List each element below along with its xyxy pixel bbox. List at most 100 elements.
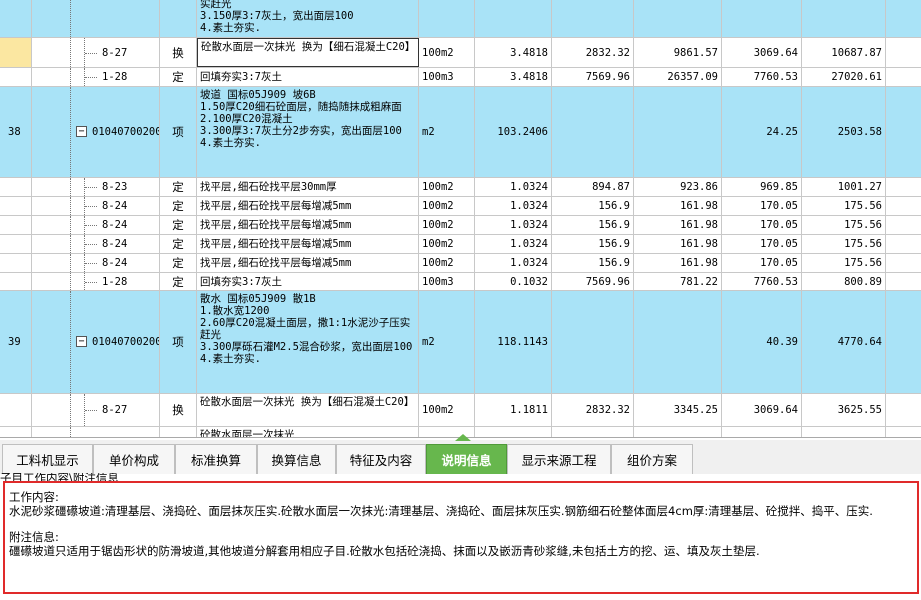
unit-price: 7569.96	[552, 68, 634, 86]
row-number: 39	[0, 291, 32, 393]
unit: 100m2	[419, 235, 475, 253]
quantity: 103.2406	[475, 87, 552, 177]
item-description: 坡道 国标05J909 坡6B 1.50厚C20细石砼面层，随捣随抹成粗麻面 2…	[197, 87, 419, 177]
quantity: 3.4818	[475, 68, 552, 86]
unit: 100m2	[419, 254, 475, 272]
item-type: 定	[160, 254, 197, 272]
item-description: 砼散水面层一次抹光 换为【细石混凝土C20】	[197, 394, 419, 426]
unit-price	[552, 87, 634, 177]
item-type: 换	[160, 394, 197, 426]
tab-standard-conversion[interactable]: 标准换算	[175, 444, 257, 474]
detail-tabbar: 工料机显示 单价构成 标准换算 换算信息 特征及内容 说明信息 显示来源工程 组…	[0, 440, 921, 474]
table-row[interactable]: 1-28 定 回填夯实3:7灰土 100m3 3.4818 7569.96 26…	[0, 68, 921, 87]
total-2: 2503.58	[802, 87, 886, 177]
unit: 100m2	[419, 178, 475, 196]
unit: 100m3	[419, 273, 475, 290]
total-2: 800.89	[802, 273, 886, 290]
quota-code: 8-24	[102, 200, 128, 212]
item-description: 找平层,细石砼找平层30mm厚	[197, 178, 419, 196]
unit-price: 156.9	[552, 197, 634, 215]
table-row[interactable]: 8-24 定 找平层,细石砼找平层每增减5mm 100m2 1.0324 156…	[0, 197, 921, 216]
quota-code: 8-27	[102, 46, 128, 59]
table-row-selected[interactable]: 8-27 换 砼散水面层一次抹光 换为【细石混凝土C20】 100m2 3.48…	[0, 38, 921, 68]
unit: 100m2	[419, 394, 475, 426]
unit-price: 2832.32	[552, 38, 634, 67]
unit: m2	[419, 87, 475, 177]
item-description: 找平层,细石砼找平层每增减5mm	[197, 216, 419, 234]
unit-price: 156.9	[552, 254, 634, 272]
tab-unit-price-composition[interactable]: 单价构成	[93, 444, 175, 474]
quota-code: 8-24	[102, 219, 128, 231]
total-2: 175.56	[802, 197, 886, 215]
table-row-item-39[interactable]: 39 −010407002001 项 散水 国标05J909 散1B 1.散水宽…	[0, 291, 921, 394]
quantity: 1.0324	[475, 216, 552, 234]
item-type: 定	[160, 273, 197, 290]
item-type: 项	[160, 87, 197, 177]
table-row[interactable]: 8-24 定 找平层,细石砼找平层每增减5mm 100m2 1.0324 156…	[0, 235, 921, 254]
total-2: 175.56	[802, 216, 886, 234]
total: 781.22	[634, 273, 722, 290]
description-info-panel: 工作内容: 水泥砂浆礓礤坡道:清理基层、浇捣砼、面层抹灰压实.砼散水面层一次抹光…	[3, 481, 919, 594]
item-type: 项	[160, 291, 197, 393]
quantity: 1.1811	[475, 394, 552, 426]
table-row[interactable]: 1-28 定 回填夯实3:7灰土 100m3 0.1032 7569.96 78…	[0, 273, 921, 291]
unit-price: 2832.32	[552, 394, 634, 426]
work-content-text: 水泥砂浆礓礤坡道:清理基层、浇捣砼、面层抹灰压实.砼散水面层一次抹光:清理基层、…	[9, 503, 873, 518]
collapse-icon[interactable]: −	[76, 336, 87, 347]
total-2: 10687.87	[802, 38, 886, 67]
unit-price-2: 40.39	[722, 291, 802, 393]
tab-pricing-scheme[interactable]: 组价方案	[611, 444, 693, 474]
item-description: 找平层,细石砼找平层每增减5mm	[197, 235, 419, 253]
item-type: 换	[160, 38, 197, 67]
quantity: 1.0324	[475, 178, 552, 196]
tab-labor-material-machine[interactable]: 工料机显示	[2, 444, 93, 474]
table-row[interactable]: 8-27 换 砼散水面层一次抹光 换为【细石混凝土C20】 100m2 1.18…	[0, 394, 921, 427]
item-description: 找平层,细石砼找平层每增减5mm	[197, 254, 419, 272]
total: 3345.25	[634, 394, 722, 426]
total-2: 27020.61	[802, 68, 886, 86]
item-description: 回填夯实3:7灰土	[197, 273, 419, 290]
item-code: 010407002002	[92, 126, 159, 138]
quota-grid[interactable]: 实赶光 3.150厚3:7灰土，宽出面层100 4.素土夯实. 8-27 换 砼…	[0, 0, 921, 438]
total	[634, 291, 722, 393]
item-code: 010407002001	[92, 336, 159, 348]
unit: 100m2	[419, 216, 475, 234]
total-2: 175.56	[802, 254, 886, 272]
quantity: 1.0324	[475, 254, 552, 272]
total: 161.98	[634, 216, 722, 234]
quota-code: 8-27	[102, 404, 128, 416]
item-type: 定	[160, 235, 197, 253]
quantity: 0.1032	[475, 273, 552, 290]
unit-price-2: 170.05	[722, 197, 802, 215]
unit-price-2: 170.05	[722, 216, 802, 234]
quota-code: 8-23	[102, 181, 128, 193]
item-description: 实赶光 3.150厚3:7灰土，宽出面层100 4.素土夯实.	[197, 0, 419, 37]
table-row[interactable]: 实赶光 3.150厚3:7灰土，宽出面层100 4.素土夯实.	[0, 0, 921, 38]
item-description: 砼散水面层一次抹光	[197, 427, 419, 437]
tab-conversion-info[interactable]: 换算信息	[257, 444, 336, 474]
table-row-item-38[interactable]: 38 −010407002002 项 坡道 国标05J909 坡6B 1.50厚…	[0, 87, 921, 178]
unit-price-2: 7760.53	[722, 273, 802, 290]
collapse-icon[interactable]: −	[76, 126, 87, 137]
total: 26357.09	[634, 68, 722, 86]
table-row[interactable]: 8-24 定 找平层,细石砼找平层每增减5mm 100m2 1.0324 156…	[0, 254, 921, 273]
tab-features-content[interactable]: 特征及内容	[336, 444, 426, 474]
table-row[interactable]: 8-24 定 找平层,细石砼找平层每增减5mm 100m2 1.0324 156…	[0, 216, 921, 235]
unit-price: 894.87	[552, 178, 634, 196]
total-2: 1001.27	[802, 178, 886, 196]
tab-description-info[interactable]: 说明信息	[426, 444, 507, 474]
unit-price-2: 24.25	[722, 87, 802, 177]
description-editor[interactable]: 砼散水面层一次抹光 换为【细石混凝土C20】	[197, 38, 419, 67]
table-row[interactable]: 8-23 定 找平层,细石砼找平层30mm厚 100m2 1.0324 894.…	[0, 178, 921, 197]
unit-price: 7569.96	[552, 273, 634, 290]
total: 161.98	[634, 235, 722, 253]
item-type: 定	[160, 197, 197, 215]
quota-code: 1-28	[102, 275, 128, 288]
total: 161.98	[634, 254, 722, 272]
total: 161.98	[634, 197, 722, 215]
quantity: 3.4818	[475, 38, 552, 67]
tab-source-project[interactable]: 显示来源工程	[507, 444, 611, 474]
total-2: 3625.55	[802, 394, 886, 426]
item-type: 定	[160, 216, 197, 234]
active-tab-pointer	[455, 434, 471, 441]
